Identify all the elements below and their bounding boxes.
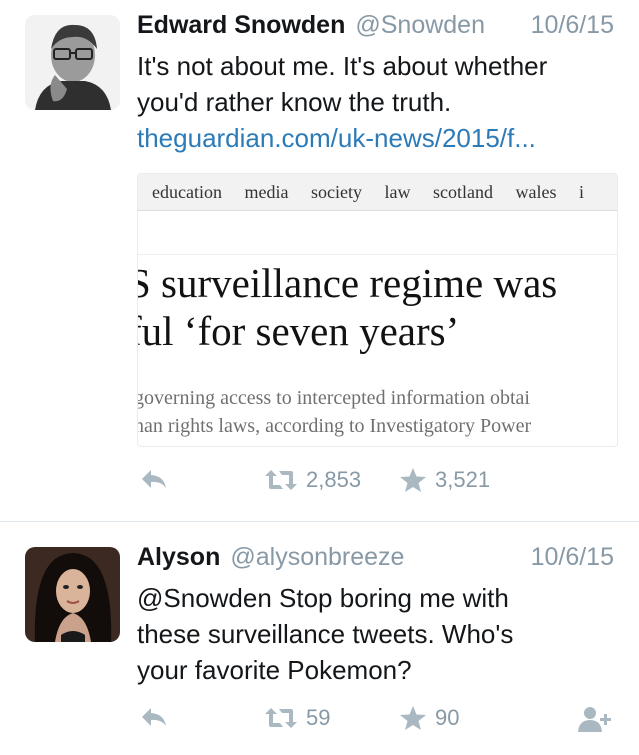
card-nav-item: wales [515,182,557,202]
tweet-text: @Snowden Stop boring me with these surve… [137,580,619,688]
favorite-button[interactable]: 90 [399,705,459,731]
card-subtitle-line: nan rights laws, according to Investigat… [137,415,532,437]
retweet-count: 59 [306,705,331,730]
tweet-text-line: It's not about me. It's about whether [137,51,548,81]
favorite-icon [400,468,426,492]
tweet-date[interactable]: 10/6/15 [531,543,614,572]
card-nav-item: society [310,182,362,202]
card-nav-item: education [152,182,222,202]
card-divider [138,254,617,255]
tweet-actions: 2,853 3,521 [137,467,619,499]
tweet-text: It's not about me. It's about whether yo… [137,48,619,156]
retweet-icon [265,470,297,490]
reply-icon [142,470,166,488]
card-subtitle-line: governing access to intercepted informat… [137,387,530,409]
favorite-icon [400,706,426,730]
tweet-text-line: @Snowden Stop boring me with [137,583,509,613]
retweet-button[interactable]: 2,853 [264,467,361,493]
link-preview-card[interactable]: education media society law scotland wal… [137,173,618,447]
author-handle[interactable]: @alysonbreeze [230,543,404,571]
tweet-alyson[interactable]: Alyson @alysonbreeze 10/6/15 @Snowden Sto… [0,522,639,755]
avatar-portrait [25,15,120,110]
reply-button[interactable] [139,705,169,729]
tweet-header: Alyson @alysonbreeze 10/6/15 [137,543,614,575]
tweet-link[interactable]: theguardian.com/uk-news/2015/f... [137,120,619,156]
card-nav: education media society law scotland wal… [138,174,617,211]
tweet-actions: 59 90 [137,705,619,737]
author-name[interactable]: Alyson [137,543,220,571]
reply-button[interactable] [139,467,169,491]
favorite-count: 90 [435,705,460,730]
retweet-count: 2,853 [306,467,362,492]
avatar-portrait [25,547,120,642]
tweet-date[interactable]: 10/6/15 [531,11,614,40]
author-handle[interactable]: @Snowden [355,11,485,39]
tweet-text-line: these surveillance tweets. Who's [137,619,514,649]
card-nav-item: i [578,182,584,202]
card-nav-item: law [384,182,411,202]
tweet-header: Edward Snowden @Snowden 10/6/15 [137,11,614,43]
card-nav-item: scotland [432,182,493,202]
card-nav-item: media [244,182,289,202]
follow-icon [578,707,611,732]
avatar[interactable] [25,15,120,110]
author-name[interactable]: Edward Snowden [137,11,345,39]
reply-icon [142,708,166,726]
tweet-snowden[interactable]: Edward Snowden @Snowden 10/6/15 It's not … [0,0,639,521]
card-headline-line: S surveillance regime was [137,260,558,306]
tweet-text-line: your favorite Pokemon? [137,655,412,685]
tweet-text-line: you'd rather know the truth. [137,87,452,117]
avatar[interactable] [25,547,120,642]
card-headline: S surveillance regime was ful ‘for seven… [137,259,558,355]
favorite-count: 3,521 [435,467,491,492]
retweet-icon [265,708,297,728]
favorite-button[interactable]: 3,521 [399,467,490,493]
retweet-button[interactable]: 59 [264,705,330,731]
follow-button[interactable] [577,705,613,733]
card-subtitle: governing access to intercepted informat… [137,384,532,440]
card-headline-line: ful ‘for seven years’ [137,308,460,354]
